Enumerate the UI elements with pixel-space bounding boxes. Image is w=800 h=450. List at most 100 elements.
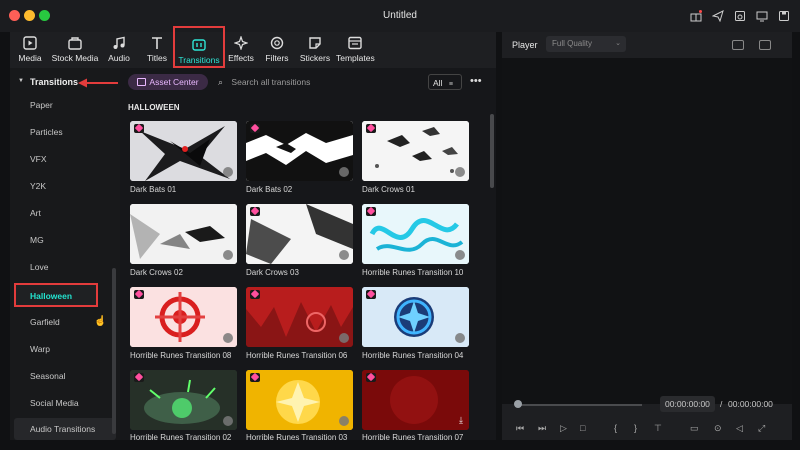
export-icon[interactable] <box>778 10 790 22</box>
mark-in-icon[interactable]: { <box>614 423 617 433</box>
effects-sparkle-icon <box>234 36 248 50</box>
transition-card[interactable] <box>246 370 353 430</box>
snapshot-icon[interactable]: ⊙ <box>714 423 722 434</box>
templates-icon <box>348 36 362 50</box>
asset-center-icon <box>137 78 147 86</box>
download-icon[interactable] <box>339 416 349 426</box>
download-icon[interactable] <box>339 333 349 343</box>
tab-filters[interactable]: Filters <box>262 32 292 68</box>
download-icon[interactable]: ⤓ <box>459 415 463 426</box>
tab-label: Templates <box>336 53 375 63</box>
stop-icon[interactable]: □ <box>580 423 585 433</box>
transition-card[interactable] <box>362 287 469 347</box>
tab-label: Titles <box>147 53 167 63</box>
step-frame-icon[interactable]: ⏭ <box>538 423 546 434</box>
library-scrollbar[interactable] <box>490 114 494 188</box>
asset-toolbar: Media Stock Media Audio Titles Transitio… <box>10 26 496 68</box>
transition-card[interactable] <box>246 204 353 264</box>
sidebar-item-audio-transitions[interactable]: Audio Transitions <box>14 418 116 440</box>
tab-audio[interactable]: Audio <box>104 32 134 68</box>
sidebar-header-transitions[interactable]: ▼ Transitions <box>10 76 120 94</box>
playback-progress-track[interactable] <box>516 404 642 406</box>
premium-gem-icon <box>250 373 260 382</box>
download-icon[interactable] <box>339 167 349 177</box>
runes-thumbnail <box>130 370 237 430</box>
gift-icon[interactable] <box>690 10 702 22</box>
tab-media[interactable]: Media <box>12 32 48 68</box>
monitor-icon[interactable] <box>756 10 768 22</box>
sidebar-item-label: Audio Transitions <box>30 424 96 434</box>
marker-icon[interactable]: ⊤ <box>654 423 662 434</box>
transition-card[interactable] <box>130 204 237 264</box>
download-icon[interactable] <box>455 250 465 260</box>
sidebar-item-particles[interactable]: Particles <box>30 127 63 137</box>
sidebar-item-paper[interactable]: Paper <box>30 100 53 110</box>
quality-dropdown[interactable]: Full Quality ⌄ <box>546 36 626 52</box>
sidebar-item-social-media[interactable]: Social Media <box>30 398 79 408</box>
transition-card[interactable] <box>130 287 237 347</box>
transition-card[interactable] <box>362 121 469 181</box>
tab-stock-media[interactable]: Stock Media <box>50 32 100 68</box>
player-panel: Player Full Quality ⌄ 00:00:00:00 / 00:0… <box>502 32 792 440</box>
transition-card[interactable] <box>130 370 237 430</box>
sidebar-item-label: Halloween <box>30 291 73 301</box>
download-icon[interactable] <box>455 167 465 177</box>
sidebar-item-art[interactable]: Art <box>30 208 41 218</box>
transition-card[interactable]: ⤓ <box>362 370 469 430</box>
tab-stickers[interactable]: Stickers <box>298 32 332 68</box>
sidebar-item-warp[interactable]: Warp <box>30 344 50 354</box>
transition-name: Dark Crows 02 <box>130 268 183 277</box>
filter-all-dropdown[interactable]: All ≡ <box>428 74 462 90</box>
tab-label: Effects <box>228 53 254 63</box>
sidebar-item-y2k[interactable]: Y2K <box>30 181 46 191</box>
play-icon[interactable]: ▷ <box>560 423 567 434</box>
search-input[interactable]: ⌕ Search all transitions <box>218 74 418 90</box>
premium-gem-icon <box>134 124 144 133</box>
transition-name: Horrible Runes Transition 04 <box>362 351 464 360</box>
premium-gem-icon <box>366 124 376 133</box>
transition-card[interactable] <box>246 121 353 181</box>
tab-templates[interactable]: Templates <box>336 32 375 68</box>
player-label: Player <box>512 40 538 50</box>
asset-center-button[interactable]: Asset Center <box>128 74 208 90</box>
save-cloud-icon[interactable] <box>734 10 746 22</box>
volume-icon[interactable]: ◁ <box>736 423 743 434</box>
caret-down-icon: ▼ <box>18 78 24 84</box>
tab-transitions[interactable]: Transitions <box>173 26 225 68</box>
sidebar-item-halloween[interactable]: Halloween <box>14 283 98 307</box>
transition-card[interactable] <box>362 204 469 264</box>
download-icon[interactable] <box>223 167 233 177</box>
search-icon: ⌕ <box>218 77 224 87</box>
section-title: HALLOWEEN <box>128 103 180 112</box>
send-icon[interactable] <box>711 10 724 23</box>
sidebar-item-seasonal[interactable]: Seasonal <box>30 371 65 381</box>
sidebar-item-garfield[interactable]: Garfield <box>30 317 60 327</box>
grid-view-icon[interactable] <box>732 40 744 50</box>
download-icon[interactable] <box>223 416 233 426</box>
fullscreen-icon[interactable]: ⤢ <box>758 423 765 434</box>
premium-gem-icon <box>250 207 260 216</box>
display-icon[interactable]: ▭ <box>690 423 699 434</box>
window-title: Untitled <box>383 10 417 21</box>
sidebar-scrollbar[interactable] <box>112 268 116 434</box>
sidebar-item-mg[interactable]: MG <box>30 235 44 245</box>
tab-titles[interactable]: Titles <box>142 32 172 68</box>
previous-frame-icon[interactable]: ⏮ <box>516 423 524 434</box>
playhead-handle[interactable] <box>514 400 522 408</box>
tab-effects[interactable]: Effects <box>226 32 256 68</box>
download-icon[interactable] <box>223 333 233 343</box>
sidebar-item-vfx[interactable]: VFX <box>30 154 47 164</box>
quality-value: Full Quality <box>552 39 593 48</box>
more-options-button[interactable]: ••• <box>470 74 482 88</box>
dark-crows-thumbnail <box>246 204 353 264</box>
image-snapshot-icon[interactable] <box>759 40 771 50</box>
sidebar-item-love[interactable]: Love <box>30 262 48 272</box>
download-icon[interactable] <box>339 250 349 260</box>
download-icon[interactable] <box>223 250 233 260</box>
mark-out-icon[interactable]: } <box>634 423 637 433</box>
music-note-icon <box>113 36 125 49</box>
transition-card[interactable] <box>246 287 353 347</box>
transition-name: Dark Crows 03 <box>246 268 299 277</box>
download-icon[interactable] <box>455 333 465 343</box>
transition-card[interactable] <box>130 121 237 181</box>
